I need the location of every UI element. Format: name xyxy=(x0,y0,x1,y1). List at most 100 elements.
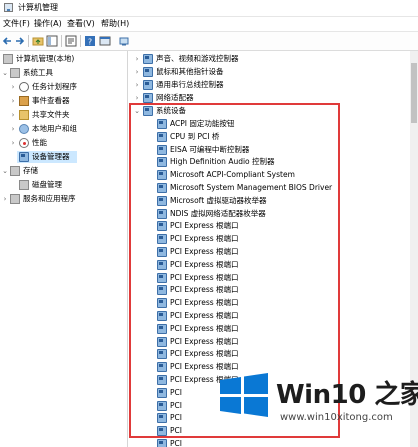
audio-device-icon xyxy=(143,54,153,64)
device-category[interactable]: › 声音、视频和游戏控制器 xyxy=(129,53,329,65)
system-device-icon xyxy=(157,170,167,181)
device-item[interactable]: Microsoft System Management BIOS Driver xyxy=(129,182,334,194)
navigation-tree: 计算机管理(本地) ⌄ 系统工具 › 任务计划程序 › 事件查看器 › 共享文件… xyxy=(0,51,128,447)
menu-file[interactable]: 文件(F) xyxy=(3,18,30,29)
system-device-icon xyxy=(157,195,167,206)
device-item[interactable]: Microsoft ACPI-Compliant System xyxy=(129,169,334,181)
chevron-right-icon[interactable]: › xyxy=(133,92,141,104)
menu-action[interactable]: 操作(A) xyxy=(34,18,62,29)
back-arrow-icon[interactable] xyxy=(1,35,13,47)
tree-item-device-manager[interactable]: 设备管理器 xyxy=(17,151,77,163)
system-device-icon xyxy=(157,221,167,232)
device-item[interactable]: PCI Express 根端口 xyxy=(129,220,334,232)
device-label: PCI Express 根端口 xyxy=(170,298,239,308)
scan-hardware-icon[interactable] xyxy=(118,35,130,47)
device-item[interactable]: NDIS 虚拟网络适配器枚举器 xyxy=(129,208,334,220)
chevron-down-icon[interactable]: ⌄ xyxy=(1,165,9,177)
device-item[interactable]: High Definition Audio 控制器 xyxy=(129,156,334,168)
device-item[interactable]: PCI Express 根端口 xyxy=(129,323,334,335)
help-icon[interactable]: ? xyxy=(84,35,96,47)
tree-item-storage[interactable]: ⌄ 存储 xyxy=(0,165,127,177)
device-category[interactable]: › 鼠标和其他指针设备 xyxy=(129,66,329,78)
tree-label: 事件查看器 xyxy=(32,96,70,105)
mouse-icon xyxy=(143,67,153,77)
menu-view[interactable]: 查看(V) xyxy=(67,18,95,29)
chevron-right-icon[interactable]: › xyxy=(9,95,17,107)
device-item[interactable]: ACPI 固定功能按钮 xyxy=(129,118,334,130)
device-item[interactable]: PCI Express 根端口 xyxy=(129,348,334,360)
clock-icon xyxy=(19,82,29,92)
device-label: Microsoft ACPI-Compliant System xyxy=(170,170,295,180)
device-item[interactable]: PCI Express 根端口 xyxy=(129,310,334,322)
category-label: 系统设备 xyxy=(156,106,186,115)
computer-management-icon xyxy=(4,3,13,12)
tree-item-performance[interactable]: › 性能 xyxy=(0,137,127,149)
tree-item-event-viewer[interactable]: › 事件查看器 xyxy=(0,95,127,107)
tree-item-system-tools[interactable]: ⌄ 系统工具 xyxy=(0,67,127,79)
chevron-right-icon[interactable]: › xyxy=(133,53,141,65)
system-device-icon xyxy=(157,131,167,142)
device-item[interactable]: CPU 到 PCI 桥 xyxy=(129,131,334,143)
device-label: PCI Express 根端口 xyxy=(170,247,239,256)
chevron-right-icon[interactable]: › xyxy=(133,66,141,78)
properties-icon[interactable] xyxy=(65,35,77,47)
chevron-right-icon[interactable]: › xyxy=(1,193,9,205)
tree-item-shared-folders[interactable]: › 共享文件夹 xyxy=(0,109,127,121)
up-folder-icon[interactable] xyxy=(32,35,44,47)
usb-controller-icon xyxy=(143,80,153,90)
tree-item-task-scheduler[interactable]: › 任务计划程序 xyxy=(0,81,127,93)
device-item[interactable]: PCI Express 根端口 xyxy=(129,233,334,245)
device-item[interactable]: PCI Express 根端口 xyxy=(129,284,334,296)
category-label: 声音、视频和游戏控制器 xyxy=(156,54,239,63)
system-device-icon xyxy=(157,208,167,219)
services-icon xyxy=(10,194,20,204)
device-item[interactable]: Microsoft 虚拟驱动器枚举器 xyxy=(129,195,334,207)
window-title: 计算机管理 xyxy=(18,3,58,12)
forward-arrow-icon[interactable] xyxy=(14,35,26,47)
users-icon xyxy=(19,124,29,134)
tree-item-services-apps[interactable]: › 服务和应用程序 xyxy=(0,193,127,205)
device-label: PCI xyxy=(170,400,182,410)
chevron-right-icon[interactable]: › xyxy=(9,137,17,149)
device-label: Microsoft System Management BIOS Driver xyxy=(170,183,333,192)
device-item[interactable]: PCI Express 根端口 xyxy=(129,246,334,258)
console-window-icon[interactable] xyxy=(99,35,111,47)
event-log-icon xyxy=(19,96,29,106)
chevron-down-icon[interactable]: ⌄ xyxy=(133,105,141,117)
device-item[interactable]: PCI Express 根端口 xyxy=(129,259,334,271)
chevron-down-icon[interactable]: ⌄ xyxy=(1,67,9,79)
chevron-right-icon[interactable]: › xyxy=(9,123,17,135)
device-label: PCI Express 根端口 xyxy=(170,221,239,231)
chevron-right-icon[interactable]: › xyxy=(9,109,17,121)
chevron-right-icon[interactable]: › xyxy=(9,81,17,93)
device-category[interactable]: › 网络适配器 xyxy=(129,92,329,104)
category-system-devices[interactable]: ⌄ 系统设备 xyxy=(129,105,329,117)
device-label: PCI Express 根端口 xyxy=(170,336,239,346)
system-device-icon xyxy=(157,439,167,447)
device-item[interactable]: PCI Express 根端口 xyxy=(129,272,334,284)
chevron-right-icon[interactable]: › xyxy=(133,79,141,91)
disk-icon xyxy=(19,180,29,190)
menu-help[interactable]: 帮助(H) xyxy=(101,18,129,29)
device-item[interactable]: EISA 可编程中断控制器 xyxy=(129,144,334,156)
tree-item-disk-management[interactable]: 磁盘管理 xyxy=(0,179,127,191)
system-device-icon xyxy=(157,234,167,245)
watermark-url: www.win10xitong.com xyxy=(280,412,393,423)
toolbar-separator xyxy=(80,35,81,47)
device-label: PCI xyxy=(170,387,182,397)
tree-label: 本地用户和组 xyxy=(32,124,77,133)
system-device-icon xyxy=(157,183,167,193)
tree-item-root[interactable]: 计算机管理(本地) xyxy=(0,53,127,65)
menu-bar: 文件(F) 操作(A) 查看(V) 帮助(H) xyxy=(0,16,418,32)
device-category[interactable]: › 通用串行总线控制器 xyxy=(129,79,329,91)
tree-item-local-users[interactable]: › 本地用户和组 xyxy=(0,123,127,135)
scrollbar-thumb[interactable] xyxy=(411,63,417,123)
device-item[interactable]: PCI Express 根端口 xyxy=(129,336,334,348)
system-device-icon xyxy=(157,259,167,270)
show-hide-tree-icon[interactable] xyxy=(46,35,58,47)
watermark: Win10 之家 www.win10xitong.com xyxy=(214,368,418,447)
network-adapter-icon xyxy=(143,93,153,103)
device-item[interactable]: PCI Express 根端口 xyxy=(129,297,334,309)
shared-folder-icon xyxy=(19,110,29,120)
device-label: PCI Express 根端口 xyxy=(170,323,239,333)
